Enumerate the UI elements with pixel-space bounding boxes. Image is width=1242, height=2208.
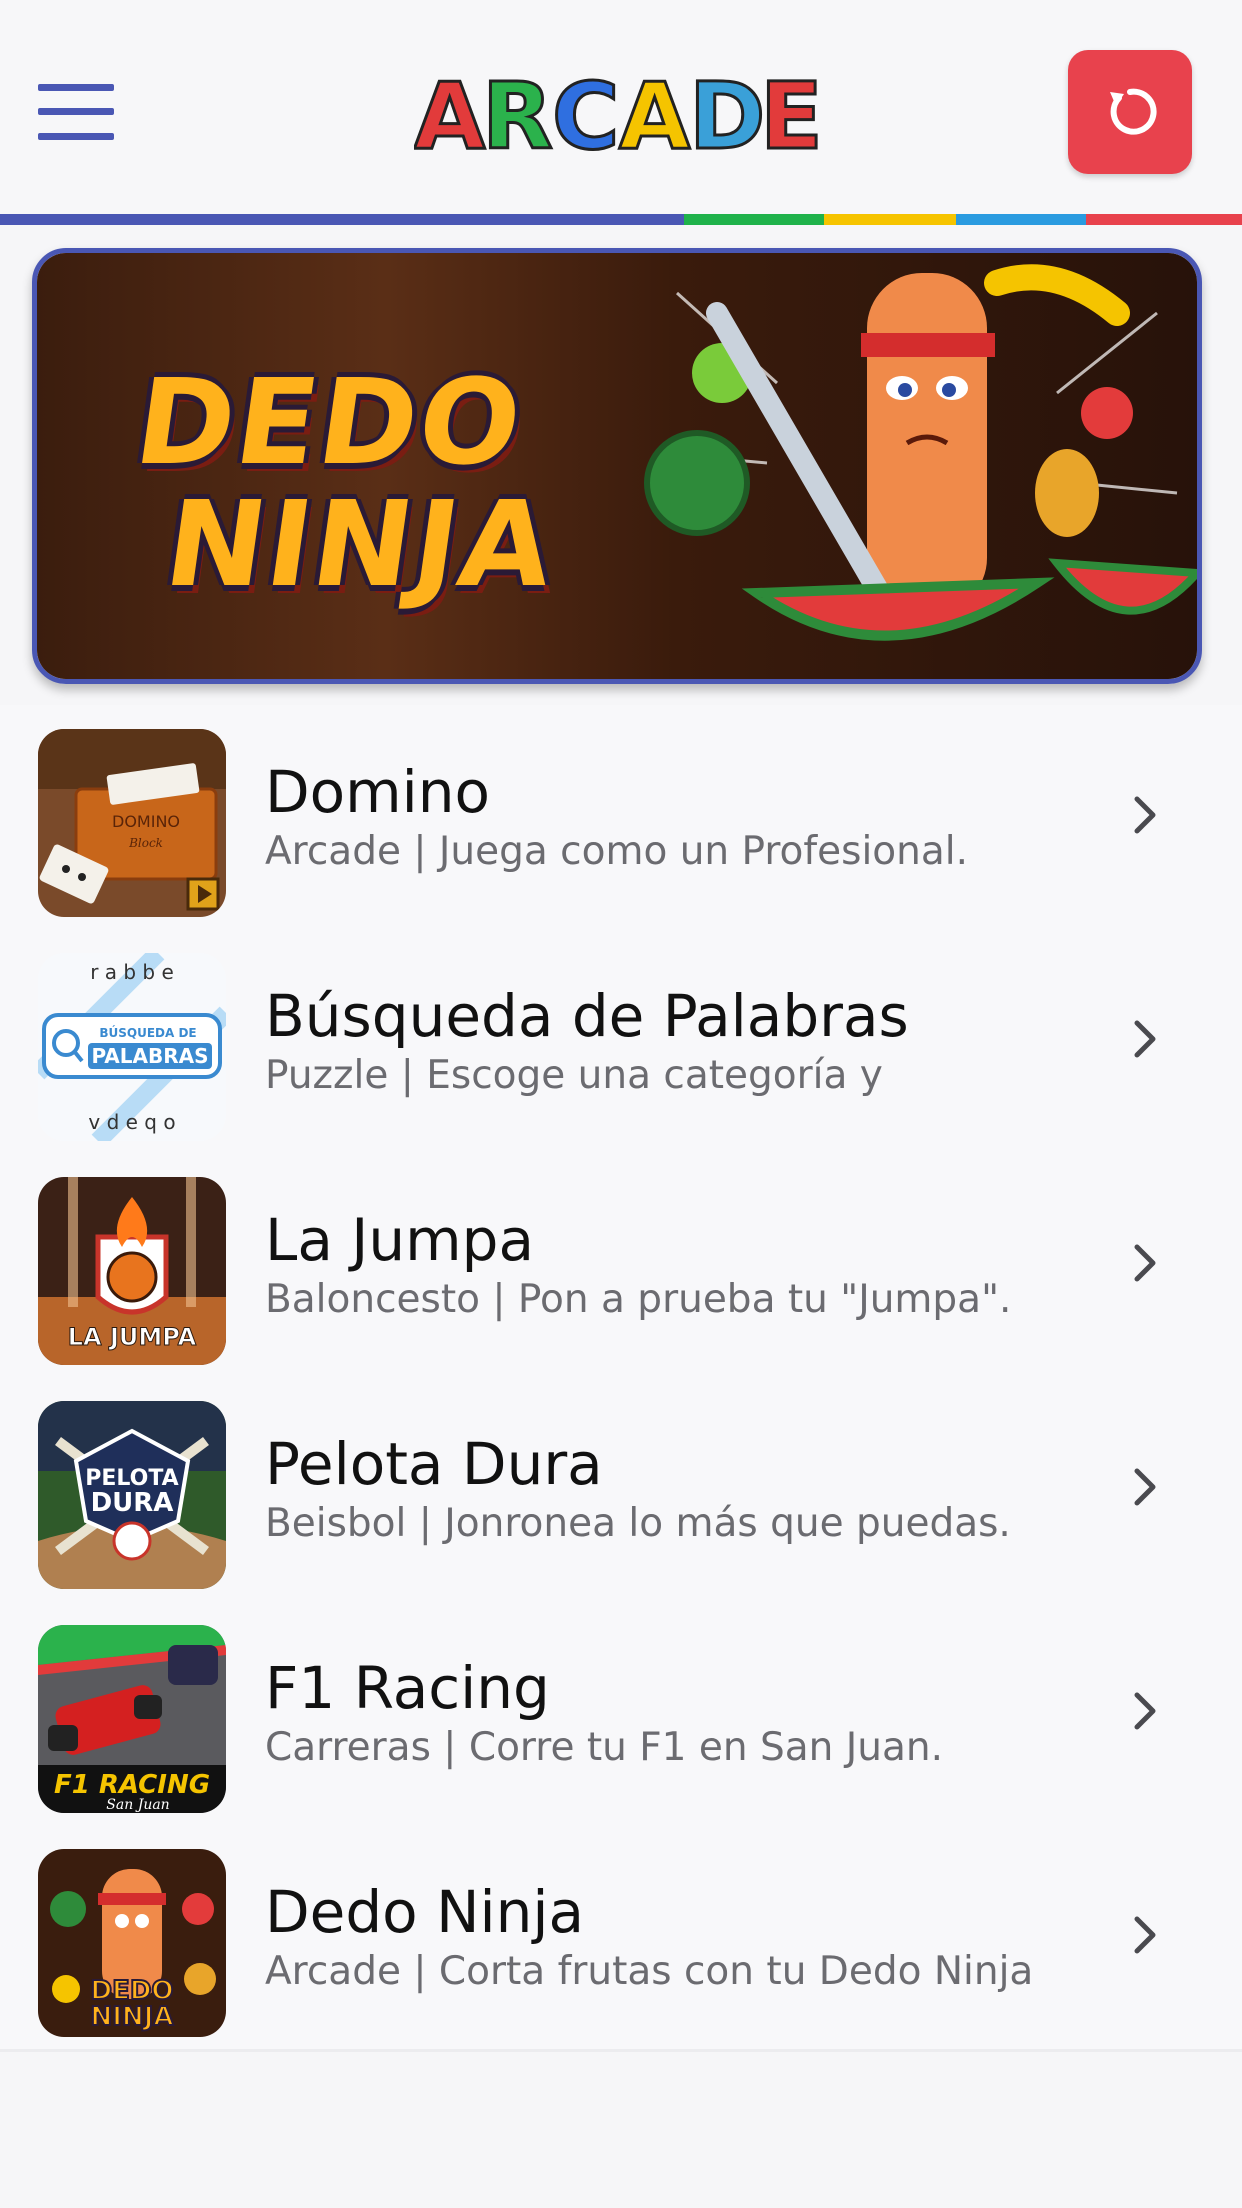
game-subtitle: Beisbol | Jonronea lo más que puedas. (265, 1501, 1011, 1546)
logo-letter: A (414, 63, 485, 158)
domino-thumb-subtext: Block (128, 836, 163, 850)
game-row-pelota-dura[interactable]: PELOTA DURA Pelota Dura Beisbol | Jonron… (0, 1377, 1242, 1604)
game-title: La Jumpa (265, 1206, 535, 1274)
game-title: Domino (265, 758, 491, 826)
reload-icon (1110, 88, 1157, 135)
hamburger-menu-icon[interactable] (38, 84, 114, 140)
game-subtitle: Carreras | Corre tu F1 en San Juan. (265, 1725, 944, 1770)
arcade-logo: A R C A D E (414, 62, 824, 158)
f1-thumb-text: F1 RACING (54, 1770, 210, 1800)
chevron-right-icon (1134, 1692, 1156, 1730)
dedo-ninja-thumb-icon: DEDO NINJA (38, 1849, 226, 2037)
word-search-thumb-icon: r a b b e v d e q o BÚSQUEDA DE PALABRAS (38, 953, 226, 1141)
color-stripe-yellow (824, 214, 956, 225)
game-title: F1 Racing (265, 1654, 550, 1722)
f1-racing-thumb-icon: F1 RACING San Juan (38, 1625, 226, 1813)
domino-thumb-icon: DOMINO Block (38, 729, 226, 917)
featured-banner[interactable]: DEDO NINJA (32, 248, 1202, 684)
baseball-thumb-icon: PELOTA DURA (38, 1401, 226, 1589)
basketball-thumb-icon: LA JUMPA (38, 1177, 226, 1365)
chevron-right-icon (1134, 1468, 1156, 1506)
jumpa-thumb-text: LA JUMPA (68, 1323, 197, 1351)
ninja-thumb-text2: NINJA (91, 2002, 174, 2032)
logo-letter: C (552, 63, 620, 158)
game-subtitle: Arcade | Juega como un Profesional. (265, 829, 968, 874)
chevron-right-icon (1134, 1020, 1156, 1058)
game-row-domino[interactable]: DOMINO Block Domino Arcade | Juega como … (0, 705, 1242, 932)
chevron-right-icon (1134, 1916, 1156, 1954)
color-stripe-red (1086, 214, 1242, 225)
pelota-thumb-text2: DURA (91, 1488, 174, 1518)
app-header: A R C A D E (0, 0, 1242, 214)
word-search-thumb-text2: PALABRAS (91, 1044, 208, 1068)
ninja-finger-fruit-illustration (644, 264, 1197, 641)
logo-letter: E (760, 63, 823, 158)
domino-thumb-text: DOMINO (112, 812, 180, 831)
reload-button[interactable] (1068, 50, 1192, 174)
logo-letter: R (482, 63, 553, 158)
game-subtitle: Puzzle | Escoge una categoría y (265, 1053, 883, 1098)
game-row-busqueda-de-palabras[interactable]: r a b b e v d e q o BÚSQUEDA DE PALABRAS… (0, 929, 1242, 1156)
game-subtitle: Arcade | Corta frutas con tu Dedo Ninja (265, 1949, 1034, 1994)
color-stripe-green (684, 214, 824, 225)
game-subtitle: Baloncesto | Pon a prueba tu "Jumpa". (265, 1277, 1012, 1322)
chevron-right-icon (1134, 1244, 1156, 1282)
f1-thumb-subtext: San Juan (106, 1797, 169, 1813)
game-title: Búsqueda de Palabras (265, 982, 909, 1050)
color-stripe-blue (0, 214, 684, 225)
banner-title-line2: NINJA (157, 475, 564, 613)
logo-letter: D (689, 63, 765, 158)
banner-title-line1: DEDO (127, 353, 532, 491)
color-stripe-cyan (956, 214, 1086, 225)
word-search-letters-bottom: v d e q o (88, 1110, 175, 1134)
word-search-letters-top: r a b b e (90, 960, 174, 984)
chevron-right-icon (1134, 796, 1156, 834)
game-title: Pelota Dura (265, 1430, 603, 1498)
game-row-la-jumpa[interactable]: LA JUMPA La Jumpa Baloncesto | Pon a pru… (0, 1153, 1242, 1380)
game-row-f1-racing[interactable]: F1 RACING San Juan F1 Racing Carreras | … (0, 1601, 1242, 1828)
logo-letter: A (619, 63, 690, 158)
game-row-dedo-ninja[interactable]: DEDO NINJA Dedo Ninja Arcade | Corta fru… (0, 1825, 1242, 2052)
game-title: Dedo Ninja (265, 1878, 584, 1946)
word-search-thumb-text1: BÚSQUEDA DE (99, 1025, 196, 1040)
